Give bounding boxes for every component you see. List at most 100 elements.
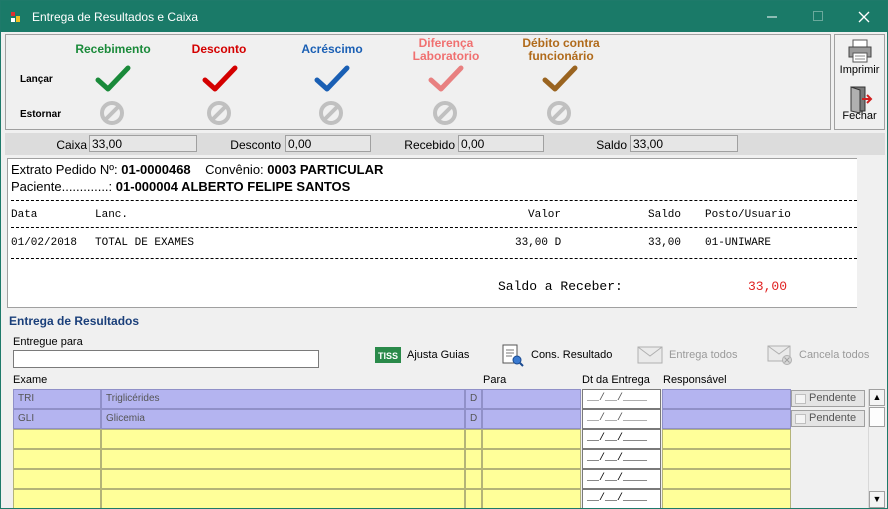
cell-dt-entrega[interactable]: __/__/____ xyxy=(582,409,661,429)
close-button[interactable] xyxy=(841,1,887,32)
diferenca-estornar-cancel-icon[interactable] xyxy=(431,99,459,127)
cell-name[interactable] xyxy=(101,469,465,489)
cell-dt-entrega[interactable]: __/__/____ xyxy=(582,389,661,409)
pendente-checkbox-icon xyxy=(795,414,806,424)
saldo-label: Saldo xyxy=(596,138,627,152)
cell-dt-entrega[interactable]: __/__/____ xyxy=(582,469,661,489)
ajusta-guias-button[interactable]: TISS Ajusta Guias xyxy=(375,344,469,366)
recebimento-lancar-check-icon[interactable] xyxy=(95,65,131,93)
desconto-total-label: Desconto xyxy=(230,138,281,152)
table-row[interactable]: __/__/____ xyxy=(13,449,791,469)
document-search-icon xyxy=(502,344,524,367)
cons-resultado-label: Cons. Resultado xyxy=(531,349,613,361)
cell-code[interactable] xyxy=(13,469,101,489)
cell-flag[interactable] xyxy=(465,429,482,449)
ajusta-guias-label: Ajusta Guias xyxy=(407,349,470,361)
cell-flag[interactable] xyxy=(465,449,482,469)
scroll-up-arrow-icon[interactable]: ▲ xyxy=(869,389,885,406)
grid-scrollbar[interactable]: ▲ ▼ xyxy=(868,389,885,508)
entrega-todos-button[interactable]: Entrega todos xyxy=(637,344,738,366)
row-lanc: TOTAL DE EXAMES xyxy=(95,237,195,249)
diferenca-lancar-check-icon[interactable] xyxy=(428,65,464,93)
pendente-button[interactable]: Pendente xyxy=(791,390,865,407)
cell-code[interactable]: TRI xyxy=(13,389,101,409)
table-row[interactable]: __/__/____ xyxy=(13,429,791,449)
desconto-estornar-cancel-icon[interactable] xyxy=(205,99,233,127)
paciente-line: Paciente.............: 01-000004 ALBERTO… xyxy=(11,179,350,194)
cell-para[interactable] xyxy=(482,409,581,429)
desconto-lancar-check-icon[interactable] xyxy=(202,65,238,93)
cell-responsavel[interactable] xyxy=(662,409,791,429)
cancela-todos-button[interactable]: Cancela todos xyxy=(767,344,869,366)
divider xyxy=(11,227,857,228)
acrescimo-estornar-cancel-icon[interactable] xyxy=(317,99,345,127)
totals-bar: Caixa 33,00 Desconto 0,00 Recebido 0,00 … xyxy=(5,133,885,155)
recebimento-estornar-cancel-icon[interactable] xyxy=(98,99,126,127)
cell-responsavel[interactable] xyxy=(662,429,791,449)
debito-estornar-cancel-icon[interactable] xyxy=(545,99,573,127)
col-header-para: Para xyxy=(483,374,507,386)
cell-flag[interactable]: D xyxy=(465,389,482,409)
entregue-para-label: Entregue para xyxy=(13,336,83,348)
fechar-button[interactable]: Fechar xyxy=(835,85,884,129)
recebimento-title: Recebimento xyxy=(75,42,151,56)
table-row[interactable]: GLI Glicemia D __/__/____ xyxy=(13,409,791,429)
cell-para[interactable] xyxy=(482,469,581,489)
cell-flag[interactable]: D xyxy=(465,409,482,429)
table-row[interactable]: __/__/____ xyxy=(13,489,791,508)
pendente-button[interactable]: Pendente xyxy=(791,410,865,427)
cell-name[interactable]: Glicemia xyxy=(101,409,465,429)
cell-para[interactable] xyxy=(482,389,581,409)
cancela-todos-label: Cancela todos xyxy=(799,349,870,361)
cell-code[interactable] xyxy=(13,489,101,508)
cons-resultado-button[interactable]: Cons. Resultado xyxy=(501,344,613,367)
imprimir-button[interactable]: Imprimir xyxy=(835,39,884,83)
scroll-down-arrow-icon[interactable]: ▼ xyxy=(869,491,885,508)
entregue-para-input[interactable] xyxy=(13,350,319,368)
cell-para[interactable] xyxy=(482,489,581,508)
cell-code[interactable] xyxy=(13,429,101,449)
cell-flag[interactable] xyxy=(465,489,482,508)
cell-name[interactable] xyxy=(101,449,465,469)
lancar-label: Lançar xyxy=(20,74,53,85)
header-posto: Posto/Usuario xyxy=(705,209,791,221)
pendente-label: Pendente xyxy=(809,412,857,424)
caixa-label: Caixa xyxy=(56,138,87,152)
cell-para[interactable] xyxy=(482,429,581,449)
table-row[interactable]: __/__/____ xyxy=(13,469,791,489)
minimize-button[interactable] xyxy=(749,1,795,32)
imprimir-label: Imprimir xyxy=(839,64,880,76)
table-row[interactable]: TRI Triglicérides D __/__/____ xyxy=(13,389,791,409)
cell-name[interactable] xyxy=(101,489,465,508)
saldo-receber-label: Saldo a Receber: xyxy=(498,279,623,294)
cell-name[interactable]: Triglicérides xyxy=(101,389,465,409)
header-valor: Valor xyxy=(528,209,562,221)
extrato-header-line: Extrato Pedido Nº: 01-0000468 Convênio: … xyxy=(11,162,383,177)
divider xyxy=(11,258,857,259)
cell-dt-entrega[interactable]: __/__/____ xyxy=(582,489,661,508)
debito-lancar-check-icon[interactable] xyxy=(542,65,578,93)
convenio-label: Convênio: xyxy=(205,162,264,177)
extrato-right-strip xyxy=(857,158,885,308)
cell-para[interactable] xyxy=(482,449,581,469)
scroll-thumb[interactable] xyxy=(869,407,885,427)
cell-dt-entrega[interactable]: __/__/____ xyxy=(582,449,661,469)
pendente-label: Pendente xyxy=(809,392,857,404)
cell-responsavel[interactable] xyxy=(662,389,791,409)
recebido-value: 0,00 xyxy=(458,135,544,152)
cell-flag[interactable] xyxy=(465,469,482,489)
side-panel: Imprimir Fechar xyxy=(834,34,885,130)
cell-code[interactable] xyxy=(13,449,101,469)
cell-responsavel[interactable] xyxy=(662,489,791,508)
cell-dt-entrega[interactable]: __/__/____ xyxy=(582,429,661,449)
maximize-button[interactable] xyxy=(795,1,841,32)
cell-code[interactable]: GLI xyxy=(13,409,101,429)
acrescimo-lancar-check-icon[interactable] xyxy=(314,65,350,93)
envelope-icon xyxy=(637,346,663,364)
cell-responsavel[interactable] xyxy=(662,449,791,469)
close-icon xyxy=(858,11,870,22)
saldo-receber-value: 33,00 xyxy=(748,279,788,294)
cell-responsavel[interactable] xyxy=(662,469,791,489)
cell-name[interactable] xyxy=(101,429,465,449)
paciente-value: 01-000004 ALBERTO FELIPE SANTOS xyxy=(115,179,351,194)
